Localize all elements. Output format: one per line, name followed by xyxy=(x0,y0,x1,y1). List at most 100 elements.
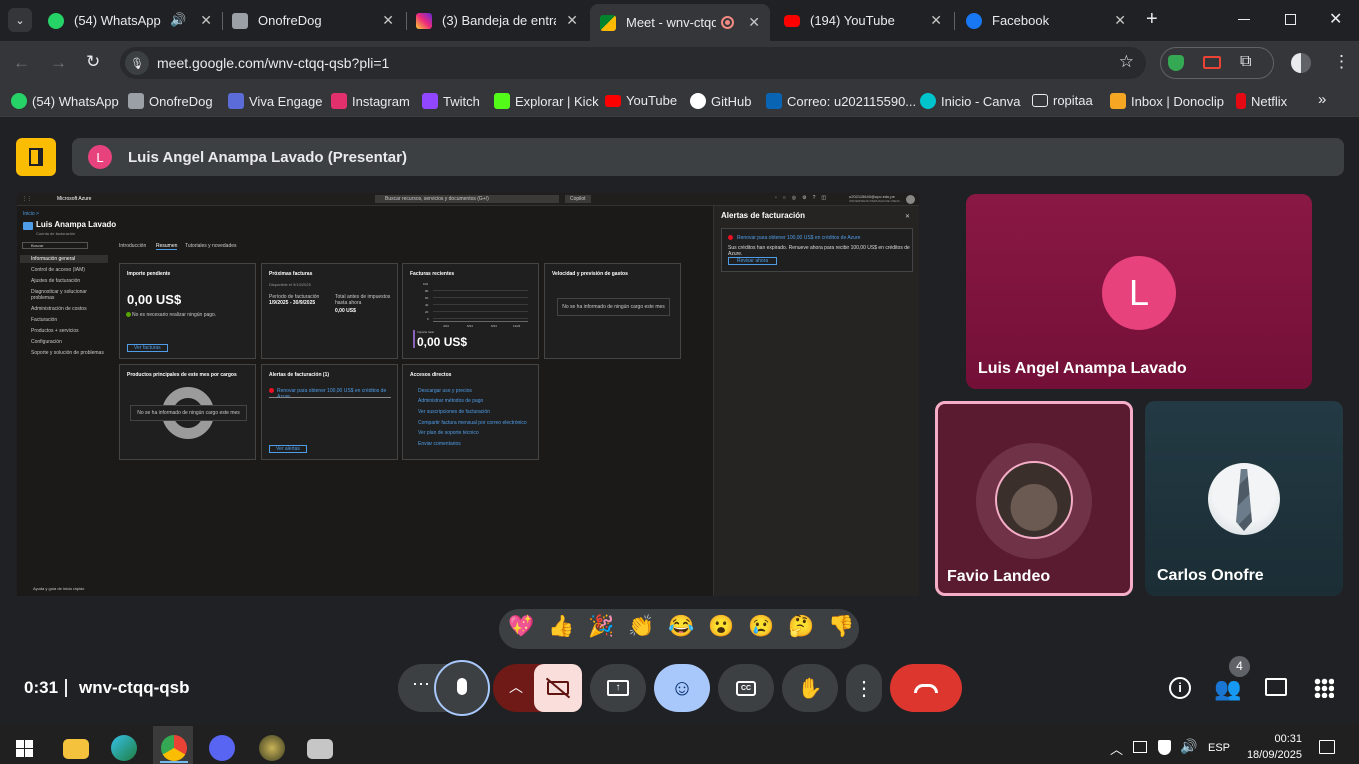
reaction-sad[interactable]: 😢 xyxy=(748,615,774,639)
reaction-thumbs-up[interactable]: 👍 xyxy=(548,615,574,639)
activities-icon[interactable] xyxy=(1314,678,1334,698)
raise-hand-button[interactable]: ✋ xyxy=(782,664,838,712)
app-icon[interactable] xyxy=(259,735,285,761)
network-app-icon[interactable] xyxy=(307,739,333,759)
present-screen-icon: ↑ xyxy=(607,680,629,696)
bookmark-netflix[interactable]: Netflix xyxy=(1236,93,1287,109)
notifications-icon[interactable] xyxy=(1319,740,1335,754)
close-window-button[interactable]: ✕ xyxy=(1329,9,1342,29)
address-bar[interactable]: 🎙 meet.google.com/wnv-ctqq-qsb?pli=1 ☆ xyxy=(120,47,1146,79)
windows-start-icon[interactable] xyxy=(16,740,33,757)
viva-engage-icon xyxy=(228,93,244,109)
edge-icon[interactable] xyxy=(111,735,137,761)
whatsapp-icon xyxy=(48,12,64,29)
tab-facebook[interactable]: Facebook ✕ xyxy=(966,6,1126,35)
close-tab-icon[interactable]: ✕ xyxy=(382,12,394,29)
upcoming-invoices-card: Próximas facturas Disponible el 9/10/202… xyxy=(261,263,398,359)
participant-tile-carlos[interactable]: Carlos Onofre xyxy=(1145,401,1343,596)
bookmark-youtube[interactable]: YouTube xyxy=(605,93,677,108)
reaction-thinking[interactable]: 🤔 xyxy=(788,615,814,639)
profile-avatar[interactable] xyxy=(1291,53,1311,73)
camera-button[interactable] xyxy=(534,664,582,712)
bookmark-whatsapp[interactable]: (54) WhatsApp xyxy=(11,93,119,109)
clock-time[interactable]: 00:31 xyxy=(1258,733,1302,745)
divider xyxy=(65,679,67,697)
cast-extension-icon[interactable] xyxy=(1203,56,1221,69)
camera-off-icon xyxy=(545,677,571,699)
people-icon[interactable]: 👥 xyxy=(1214,676,1241,702)
discord-icon[interactable] xyxy=(209,735,235,761)
clock-date[interactable]: 18/09/2025 xyxy=(1237,749,1302,761)
reaction-party-popper[interactable]: 🎉 xyxy=(588,615,614,639)
bookmark-instagram[interactable]: Instagram xyxy=(331,93,410,109)
forward-icon[interactable]: → xyxy=(50,53,67,73)
more-options-button[interactable]: ⋮ xyxy=(846,664,882,712)
present-screen-button[interactable]: ↑ xyxy=(590,664,646,712)
site-info-icon[interactable]: 🎙 xyxy=(125,51,149,75)
browser-menu-icon[interactable]: ⋮ xyxy=(1333,52,1350,72)
reaction-sparkling-heart[interactable]: 💖 xyxy=(508,615,534,639)
bookmark-onofredog[interactable]: OnofreDog xyxy=(128,93,213,109)
reaction-clapping[interactable]: 👏 xyxy=(628,615,654,639)
twitch-icon xyxy=(422,93,438,109)
tab-instagram[interactable]: (3) Bandeja de entrad ✕ xyxy=(416,6,578,35)
bookmark-github[interactable]: GitHub xyxy=(690,93,751,109)
door-icon xyxy=(29,148,43,166)
bookmark-correo[interactable]: Correo: u202115590... xyxy=(766,93,916,109)
close-tab-icon[interactable]: ✕ xyxy=(930,12,942,29)
bookmark-kick[interactable]: Explorar | Kick xyxy=(494,93,599,109)
tab-youtube[interactable]: (194) YouTube ✕ xyxy=(784,6,942,35)
azure-topbar: ⋮⋮ Microsoft Azure Buscar recursos, serv… xyxy=(17,193,919,206)
reaction-thumbs-down[interactable]: 👎 xyxy=(828,615,854,639)
close-tab-icon[interactable]: ✕ xyxy=(748,14,760,31)
view-invoices-button: Ver facturas xyxy=(127,344,168,352)
bookmark-star-icon[interactable]: ☆ xyxy=(1119,52,1134,72)
adblock-extension-icon[interactable] xyxy=(1168,55,1184,71)
bookmark-twitch[interactable]: Twitch xyxy=(422,93,480,109)
azure-sidebar-search: Buscar xyxy=(22,242,88,249)
tab-search-button[interactable]: ⌄ xyxy=(8,8,32,32)
reactions-button[interactable]: ☺ xyxy=(654,664,710,712)
tab-meet[interactable]: Meet - wnv-ctqq ✕ xyxy=(590,4,770,41)
minimize-button[interactable] xyxy=(1238,19,1250,20)
view-alerts-button: Ver alertas xyxy=(269,445,307,453)
tab-onofredog[interactable]: OnofreDog ✕ xyxy=(232,6,394,35)
captions-button[interactable]: CC xyxy=(718,664,774,712)
more-vert-icon: ⋮ xyxy=(854,677,874,700)
file-explorer-icon[interactable] xyxy=(63,739,89,759)
reload-icon[interactable]: ↻ xyxy=(86,52,100,72)
show-hidden-icons[interactable]: ︿ xyxy=(1110,739,1123,758)
chat-icon[interactable] xyxy=(1265,678,1287,696)
defender-icon[interactable] xyxy=(1158,740,1171,755)
close-tab-icon[interactable]: ✕ xyxy=(566,12,578,29)
puzzle-extensions-icon[interactable]: ⧉ xyxy=(1240,53,1251,71)
bookmark-canva[interactable]: Inicio - Canva xyxy=(920,93,1020,109)
leave-call-button[interactable] xyxy=(890,664,962,712)
network-icon[interactable] xyxy=(1133,741,1147,753)
bookmark-viva-engage[interactable]: Viva Engage xyxy=(228,93,323,109)
meeting-code: wnv-ctqq-qsb xyxy=(79,678,190,697)
audio-playing-icon[interactable]: 🔊 xyxy=(170,12,186,28)
close-tab-icon[interactable]: ✕ xyxy=(200,12,212,29)
microphone-button[interactable] xyxy=(434,660,490,716)
more-bookmarks-icon[interactable]: » xyxy=(1318,91,1326,108)
new-tab-button[interactable]: + xyxy=(1146,8,1158,31)
companion-mode-button[interactable] xyxy=(16,138,56,176)
reaction-joy[interactable]: 😂 xyxy=(668,615,694,639)
participant-tile-luis[interactable]: L Luis Angel Anampa Lavado xyxy=(966,194,1312,389)
bookmark-folder-ropitaa[interactable]: ropitaa xyxy=(1032,93,1093,108)
back-icon[interactable]: ← xyxy=(13,53,30,73)
meeting-info-icon[interactable]: i xyxy=(1169,677,1191,699)
input-language[interactable]: ESP xyxy=(1208,742,1230,754)
billing-alerts-card: Alertas de facturación (1) Renovar para … xyxy=(261,364,398,460)
instagram-icon xyxy=(416,12,432,29)
bookmark-donoclip[interactable]: Inbox | Donoclip xyxy=(1110,93,1224,109)
recent-invoices-card: Facturas recientes 100 80 60 40 20 0 4/2… xyxy=(402,263,539,359)
volume-icon[interactable]: 🔊 xyxy=(1180,738,1197,755)
restore-button[interactable] xyxy=(1285,14,1296,25)
participant-tile-favio[interactable]: Favio Landeo xyxy=(935,401,1133,596)
tab-whatsapp[interactable]: (54) WhatsApp 🔊 ✕ xyxy=(48,6,212,35)
close-tab-icon[interactable]: ✕ xyxy=(1114,12,1126,29)
page-icon xyxy=(232,12,248,29)
reaction-surprised[interactable]: 😮 xyxy=(708,615,734,639)
